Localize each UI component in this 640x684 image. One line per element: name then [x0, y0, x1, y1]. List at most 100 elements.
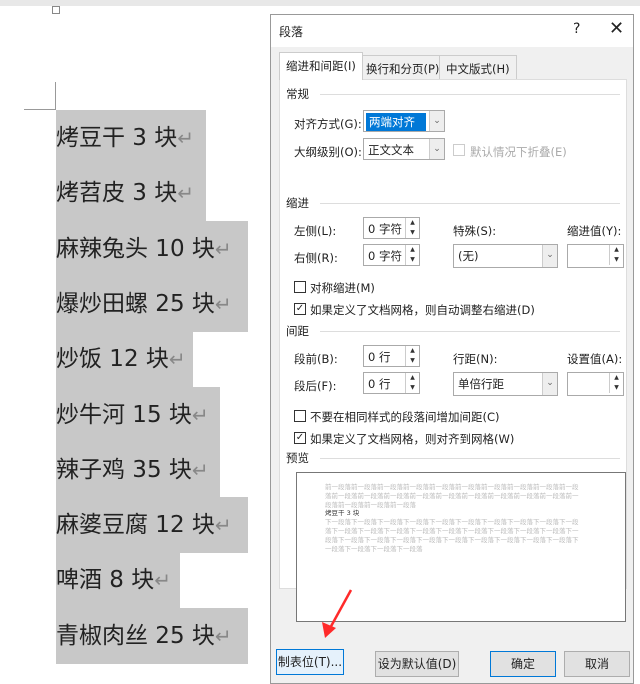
left-indent-value: 0 字符 [368, 222, 402, 236]
paragraph-mark-icon: ↵ [214, 291, 232, 316]
outline-value: 正文文本 [368, 143, 414, 157]
spinner[interactable]: ▲ ▼ [609, 373, 623, 393]
auto-adjust-label: 如果定义了文档网格，则自动调整右缩进(D) [310, 303, 535, 317]
outline-label: 大纲级别(O): [294, 145, 362, 159]
chevron-down-icon: ⌄ [542, 245, 557, 267]
paragraph-mark-icon: ↵ [177, 126, 195, 150]
line-text: 麻婆豆腐 12 块 [56, 512, 215, 539]
preview-sample: 烤豆干 3 块 [325, 509, 360, 518]
paragraph-mark-icon: ↵ [214, 236, 232, 261]
title-bar: 段落 ? ✕ [271, 15, 633, 47]
right-indent-value: 0 字符 [368, 249, 402, 263]
ok-button[interactable]: 确定 [490, 651, 556, 677]
indent-marker[interactable] [52, 6, 60, 14]
paragraph-mark-icon: ↵ [191, 402, 209, 427]
after-label: 段后(F): [294, 379, 337, 393]
spinner[interactable]: ▲ ▼ [405, 373, 419, 393]
paragraph-mark-icon: ↵ [177, 181, 195, 206]
document-line[interactable]: 烤豆干 3 块↵ [56, 110, 206, 166]
outline-select[interactable]: 正文文本 ⌄ [363, 138, 445, 160]
ruler-strip [0, 0, 640, 6]
tab-panel: 常规 对齐方式(G): 两端对齐 ⌄ 大纲级别(O): 正文文本 ⌄ 默认情况下折叠… [279, 79, 627, 622]
document-line[interactable]: 炒牛河 15 块↵ [56, 386, 220, 443]
before-label: 段前(B): [294, 352, 338, 366]
page-corner-mark [24, 82, 56, 110]
alignment-select[interactable]: 两端对齐 ⌄ [363, 110, 445, 132]
paragraph-mark-icon: ↵ [191, 457, 209, 482]
snap-grid-label: 如果定义了文档网格，则对齐到网格(W) [310, 432, 515, 446]
line-spacing-value: 单倍行距 [458, 377, 504, 391]
space-before-value: 0 行 [368, 350, 391, 364]
tab-line-page-breaks[interactable]: 换行和分页(P) [359, 55, 447, 79]
tab-asian-typography[interactable]: 中文版式(H) [439, 55, 517, 79]
document-line[interactable]: 炒饭 12 块↵ [56, 331, 193, 388]
document-line[interactable]: 麻婆豆腐 12 块↵ [56, 497, 248, 554]
close-button[interactable]: ✕ [609, 18, 624, 39]
preview-after: 下一段落下一段落下一段落下一段落下一段落下一段落下一段落下一段落下一段落下一段落… [325, 518, 579, 553]
space-after-input[interactable]: 0 行 ▲ ▼ [363, 372, 420, 394]
line-spacing-label: 行距(N): [453, 352, 498, 366]
line-text: 烤豆干 3 块 [56, 125, 178, 151]
no-space-checkbox[interactable] [294, 410, 306, 422]
document-line[interactable]: 辣子鸡 35 块↵ [56, 441, 220, 498]
paragraph-mark-icon: ↵ [168, 347, 186, 372]
chevron-down-icon: ⌄ [542, 373, 557, 395]
dialog-title: 段落 [279, 25, 304, 39]
spinner[interactable]: ▲ ▼ [405, 346, 419, 366]
space-before-input[interactable]: 0 行 ▲ ▼ [363, 345, 420, 367]
document-line[interactable]: 青椒肉丝 25 块↵ [56, 607, 248, 664]
paragraph-mark-icon: ↵ [154, 568, 172, 593]
general-heading: 常规 [286, 87, 309, 101]
special-value: (无) [458, 249, 479, 263]
auto-adjust-checkbox[interactable]: ✓ [294, 303, 306, 315]
divider [320, 331, 620, 332]
right-indent-label: 右侧(R): [294, 251, 338, 265]
mirror-indent-checkbox[interactable] [294, 281, 306, 293]
indent-heading: 缩进 [286, 196, 309, 210]
help-button[interactable]: ? [573, 21, 580, 37]
collapse-checkbox[interactable] [453, 144, 465, 156]
paragraph-mark-icon: ↵ [214, 623, 232, 648]
document-line[interactable]: 麻辣兔头 10 块↵ [56, 220, 248, 277]
snap-grid-checkbox[interactable]: ✓ [294, 432, 306, 444]
indent-by-input[interactable]: ▲ ▼ [567, 244, 624, 268]
document-line[interactable]: 爆炒田螺 25 块↵ [56, 275, 248, 332]
set-default-button[interactable]: 设为默认值(D) [375, 651, 459, 677]
tab-indents-spacing[interactable]: 缩进和间距(I) [279, 52, 363, 80]
preview-heading: 预览 [286, 451, 309, 465]
paragraph-dialog: 段落 ? ✕ 缩进和间距(I) 换行和分页(P) 中文版式(H) 常规 对齐方式… [270, 14, 634, 684]
chevron-down-icon: ⌄ [429, 111, 444, 131]
document-line[interactable]: 烤苕皮 3 块↵ [56, 165, 206, 222]
document-line[interactable]: 啤酒 8 块↵ [56, 552, 180, 609]
preview-box: 前一段落前一段落前一段落前一段落前一段落前一段落前一段落前一段落前一段落前一段落… [296, 472, 626, 622]
preview-before: 前一段落前一段落前一段落前一段落前一段落前一段落前一段落前一段落前一段落前一段落… [325, 483, 579, 509]
mirror-indent-label: 对称缩进(M) [310, 281, 375, 295]
line-text: 烤苕皮 3 块 [56, 180, 178, 207]
line-spacing-select[interactable]: 单倍行距 ⌄ [453, 372, 558, 396]
line-text: 啤酒 8 块 [56, 567, 155, 594]
line-text: 炒饭 12 块 [56, 346, 169, 373]
left-indent-input[interactable]: 0 字符 ▲ ▼ [363, 217, 420, 239]
at-input[interactable]: ▲ ▼ [567, 372, 624, 396]
spinner[interactable]: ▲ ▼ [609, 245, 623, 265]
right-indent-input[interactable]: 0 字符 ▲ ▼ [363, 244, 420, 266]
no-space-label: 不要在相同样式的段落间增加间距(C) [310, 410, 500, 424]
divider [320, 458, 620, 459]
left-indent-label: 左侧(L): [294, 224, 337, 238]
line-text: 辣子鸡 35 块 [56, 456, 192, 483]
cancel-button[interactable]: 取消 [564, 651, 630, 677]
line-text: 炒牛河 15 块 [56, 401, 192, 428]
line-text: 青椒肉丝 25 块 [56, 622, 215, 649]
spinner[interactable]: ▲ ▼ [405, 218, 419, 238]
collapse-label: 默认情况下折叠(E) [470, 145, 567, 159]
divider [320, 203, 620, 204]
alignment-value: 两端对齐 [366, 113, 426, 131]
tabs-button[interactable]: 制表位(T)... [276, 649, 344, 675]
chevron-down-icon: ⌄ [429, 139, 444, 159]
spacing-heading: 间距 [286, 324, 309, 338]
space-after-value: 0 行 [368, 377, 391, 391]
spinner[interactable]: ▲ ▼ [405, 245, 419, 265]
special-select[interactable]: (无) ⌄ [453, 244, 558, 268]
special-label: 特殊(S): [453, 224, 497, 238]
divider [320, 94, 620, 95]
